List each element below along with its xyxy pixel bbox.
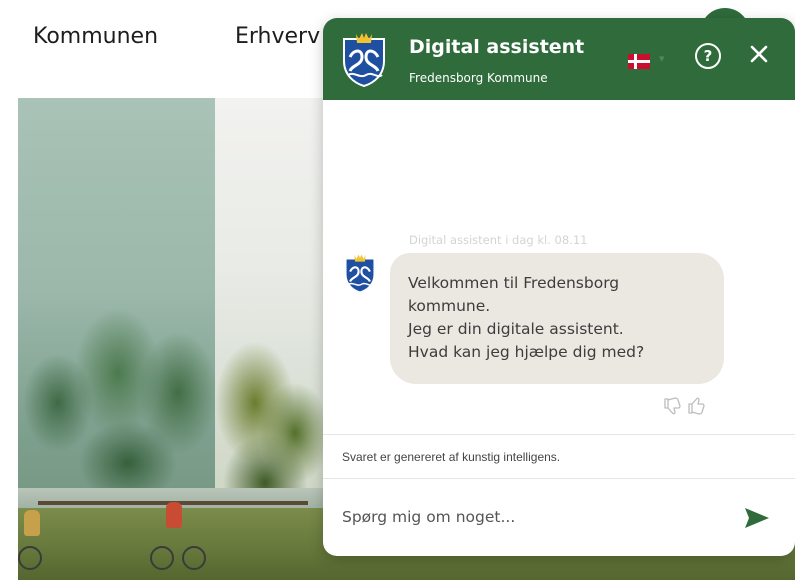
message-line: kommune.	[408, 297, 491, 315]
thumbs-up-icon[interactable]	[687, 396, 707, 416]
help-button[interactable]: ?	[695, 43, 721, 69]
chevron-down-icon[interactable]: ▾	[659, 52, 665, 65]
message-line: Hvad kan jeg hjælpe dig med?	[408, 343, 645, 361]
municipality-logo-icon	[343, 33, 385, 87]
divider	[323, 434, 795, 435]
chat-widget: Digital assistent Fredensborg Kommune ▾ …	[323, 18, 795, 556]
message-line: Jeg er din digitale assistent.	[408, 320, 624, 338]
chat-header: Digital assistent Fredensborg Kommune ▾ …	[323, 18, 795, 100]
thumbs-down-icon[interactable]	[663, 396, 683, 416]
assistant-avatar-icon	[345, 254, 375, 293]
chat-title: Digital assistent	[409, 36, 585, 58]
chat-subtitle: Fredensborg Kommune	[409, 71, 548, 85]
chat-input[interactable]	[342, 502, 732, 532]
cyclist-figure	[24, 510, 40, 536]
message-line: Velkommen til Fredensborg	[408, 274, 620, 292]
cyclist-figure	[166, 502, 182, 528]
nav-link-kommunen[interactable]: Kommunen	[33, 24, 158, 49]
message-timestamp: Digital assistent i dag kl. 08.11	[409, 233, 588, 247]
assistant-message-bubble: Velkommen til Fredensborg kommune. Jeg e…	[390, 253, 724, 384]
divider	[323, 478, 795, 479]
close-icon[interactable]	[745, 40, 773, 68]
nav-link-erhverv[interactable]: Erhverv	[235, 24, 320, 49]
help-icon: ?	[703, 47, 713, 65]
send-icon[interactable]	[743, 506, 771, 530]
ai-disclaimer: Svaret er genereret af kunstig intellige…	[342, 450, 561, 464]
danish-flag-icon[interactable]	[628, 54, 650, 69]
